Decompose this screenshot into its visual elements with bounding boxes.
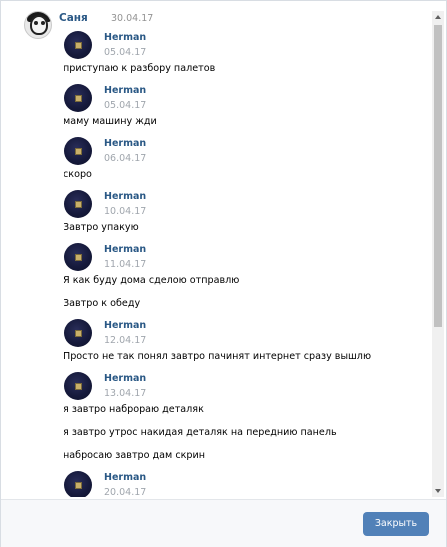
avatar[interactable] bbox=[24, 11, 52, 39]
message-author[interactable]: Herman bbox=[104, 191, 146, 202]
message-text: я завтро наброраю деталяк bbox=[64, 404, 204, 415]
message-author[interactable]: Herman bbox=[104, 32, 146, 43]
message-header: Herman 12.04.17 bbox=[64, 319, 426, 349]
message-date[interactable]: 13.04.17 bbox=[104, 388, 146, 399]
message-block: Herman 12.04.17 Просто не так понял завтро… bbox=[64, 319, 426, 363]
message-text: приступаю к разбору палетов bbox=[64, 63, 216, 74]
message-text: Завтро упакую bbox=[64, 222, 139, 233]
scroll-up-icon[interactable] bbox=[432, 11, 444, 23]
avatar[interactable] bbox=[64, 31, 92, 59]
message-header: Herman 11.04.17 bbox=[64, 243, 426, 273]
avatar-book-icon bbox=[75, 330, 82, 337]
message-header: Herman 10.04.17 bbox=[64, 190, 426, 220]
avatar-face bbox=[30, 15, 48, 35]
message-date[interactable]: 05.04.17 bbox=[104, 47, 146, 58]
message-author[interactable]: Herman bbox=[104, 244, 146, 255]
message-date[interactable]: 12.04.17 bbox=[104, 335, 146, 346]
message-author[interactable]: Herman bbox=[104, 472, 146, 483]
message-block: Herman 11.04.17 Я как буду дома сделою отп… bbox=[64, 243, 426, 310]
close-button[interactable]: Закрыть bbox=[363, 512, 429, 536]
sender-name[interactable]: Саня bbox=[59, 12, 88, 24]
message-date[interactable]: 20.04.17 bbox=[104, 487, 146, 497]
avatar-book-icon bbox=[75, 148, 82, 155]
message-header: Herman 20.04.17 bbox=[64, 471, 426, 497]
message-header: Herman 05.04.17 bbox=[64, 84, 426, 114]
message-author[interactable]: Herman bbox=[104, 373, 146, 384]
avatar[interactable] bbox=[64, 243, 92, 271]
avatar[interactable] bbox=[64, 372, 92, 400]
avatar[interactable] bbox=[64, 319, 92, 347]
message-list: Herman 05.04.17 приступаю к разбору палето… bbox=[64, 31, 426, 497]
avatar-book-icon bbox=[75, 95, 82, 102]
scroll-down-icon[interactable] bbox=[432, 485, 444, 497]
message-text: скоро bbox=[64, 169, 92, 180]
avatar[interactable] bbox=[64, 137, 92, 165]
message-block: Herman 10.04.17 Завтро упакую bbox=[64, 190, 426, 234]
message-date[interactable]: 11.04.17 bbox=[104, 259, 146, 270]
avatar[interactable] bbox=[64, 471, 92, 497]
scrollbar[interactable] bbox=[432, 11, 444, 497]
scrollbar-thumb[interactable] bbox=[434, 25, 442, 327]
message-text: Завтро к обеду bbox=[64, 298, 141, 309]
message-date[interactable]: 05.04.17 bbox=[104, 100, 146, 111]
message-author[interactable]: Herman bbox=[104, 320, 146, 331]
message-block: Herman 05.04.17 маму машину жди bbox=[64, 84, 426, 128]
avatar-book-icon bbox=[75, 383, 82, 390]
message-date[interactable]: 10.04.17 bbox=[104, 206, 146, 217]
message-header: Herman 06.04.17 bbox=[64, 137, 426, 167]
message-text: Просто не так понял завтро пачинят интер… bbox=[64, 351, 372, 362]
message-text: Я как буду дома сделою отправлю bbox=[64, 275, 240, 286]
sender-date[interactable]: 30.04.17 bbox=[111, 13, 153, 24]
message-header: Herman 05.04.17 bbox=[64, 31, 426, 61]
avatar-book-icon bbox=[75, 201, 82, 208]
avatar[interactable] bbox=[64, 190, 92, 218]
avatar-book-icon bbox=[75, 482, 82, 489]
message-author[interactable]: Herman bbox=[104, 85, 146, 96]
avatar-book-icon bbox=[75, 254, 82, 261]
footer: Закрыть bbox=[1, 499, 446, 547]
avatar-eye bbox=[41, 21, 45, 25]
message-block: Herman 20.04.17 bbox=[64, 471, 426, 497]
message-block: Herman 13.04.17 я завтро наброраю деталяк я… bbox=[64, 372, 426, 462]
message-block: Herman 06.04.17 скоро bbox=[64, 137, 426, 181]
message-history-window: Саня 30.04.17 Herman 05.04.17 приступаю к … bbox=[0, 0, 447, 547]
message-text: я завтро утрос накидая деталяк на передн… bbox=[64, 427, 337, 438]
avatar-eye bbox=[34, 21, 38, 25]
message-text: набросаю завтро дам скрин bbox=[64, 450, 206, 461]
message-text: маму машину жди bbox=[64, 116, 157, 127]
message-author[interactable]: Herman bbox=[104, 138, 146, 149]
message-date[interactable]: 06.04.17 bbox=[104, 153, 146, 164]
avatar[interactable] bbox=[64, 84, 92, 112]
message-header: Herman 13.04.17 bbox=[64, 372, 426, 402]
avatar-book-icon bbox=[75, 42, 82, 49]
message-block: Herman 05.04.17 приступаю к разбору палето… bbox=[64, 31, 426, 75]
